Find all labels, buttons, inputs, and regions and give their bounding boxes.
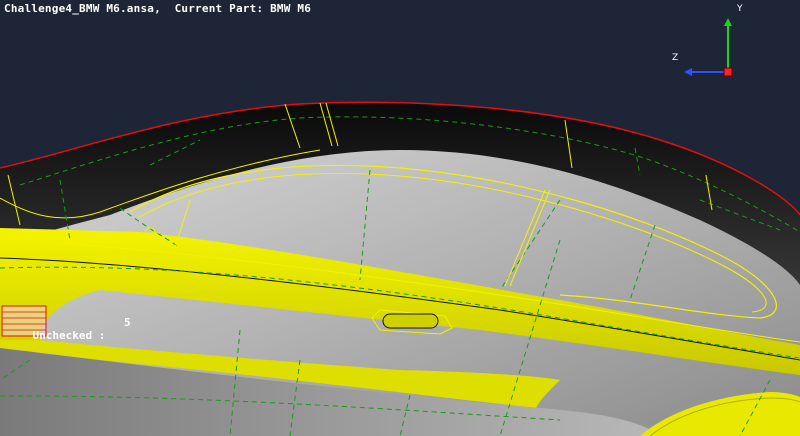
- unchecked-status: Unchecked : 5: [6, 316, 131, 368]
- axis-triad[interactable]: [684, 18, 733, 77]
- model-scene[interactable]: [0, 0, 800, 436]
- unchecked-count: 5: [124, 316, 131, 329]
- 3d-viewport[interactable]: Challenge4_BMW M6.ansa, Current Part: BM…: [0, 0, 800, 436]
- window-title: Challenge4_BMW M6.ansa, Current Part: BM…: [4, 2, 311, 15]
- current-part-label: Current Part:: [174, 2, 264, 15]
- title-separator: ,: [154, 2, 175, 15]
- file-name: Challenge4_BMW M6.ansa: [4, 2, 155, 15]
- y-axis-arrow: [724, 18, 732, 26]
- current-part-name: BMW M6: [270, 2, 312, 15]
- unchecked-label: Unchecked :: [32, 329, 106, 342]
- z-axis-arrow: [684, 68, 692, 76]
- x-axis-origin: [723, 67, 733, 77]
- z-axis-label: Z: [672, 53, 679, 63]
- y-axis-label: Y: [737, 4, 743, 14]
